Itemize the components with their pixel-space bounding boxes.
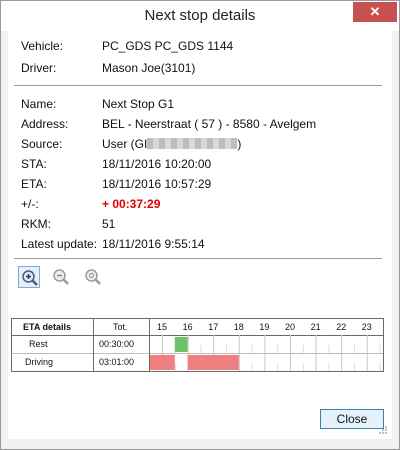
vehicle-label: Vehicle: xyxy=(21,39,64,53)
separator xyxy=(14,85,382,86)
source-label: Source: xyxy=(21,137,63,151)
delta-value: + 00:37:29 xyxy=(102,197,161,211)
hour-label-22: 22 xyxy=(336,322,346,332)
hour-label-15: 15 xyxy=(157,322,167,332)
dialog-content: Vehicle: PC_GDS PC_GDS 1144 Driver: Maso… xyxy=(8,31,392,439)
stop-name-label: Name: xyxy=(21,97,57,111)
latest-update-value: 18/11/2016 9:55:14 xyxy=(102,237,205,251)
zoom-out-button[interactable] xyxy=(50,266,72,288)
driver-label: Driver: xyxy=(21,61,57,75)
source-suffix: ) xyxy=(237,137,242,151)
resize-grip-icon[interactable] xyxy=(378,425,388,435)
row-total-driving: 03:01:00 xyxy=(99,357,134,367)
zoom-fit-button[interactable] xyxy=(82,266,104,288)
address-label: Address: xyxy=(21,117,69,131)
window-title: Next stop details xyxy=(144,7,256,24)
hour-label-21: 21 xyxy=(311,322,321,332)
delta-label: +/-: xyxy=(21,197,39,211)
separator xyxy=(14,258,382,259)
row-label-driving: Driving xyxy=(25,357,53,367)
sta-label: STA: xyxy=(21,157,47,171)
sta-value: 18/11/2016 10:20:00 xyxy=(102,157,212,171)
dialog-window: Next stop details ✕ Vehicle: PC_GDS PC_G… xyxy=(0,0,400,450)
zoom-in-button[interactable] xyxy=(18,266,40,288)
address-value: BEL - Neerstraat ( 57 ) - 8580 - Avelgem xyxy=(102,117,317,131)
eta-value: 18/11/2016 10:57:29 xyxy=(102,177,212,191)
rest-bar xyxy=(174,337,188,352)
hour-label-18: 18 xyxy=(234,322,244,332)
row-total-rest: 00:30:00 xyxy=(99,339,134,349)
row-label-rest: Rest xyxy=(29,339,48,349)
driving-bar xyxy=(150,355,175,370)
rkm-value: 51 xyxy=(102,217,116,231)
latest-update-label: Latest update: xyxy=(21,237,98,251)
eta-details-header: ETA details xyxy=(23,322,71,332)
hour-label-20: 20 xyxy=(285,322,295,332)
title-bar[interactable]: Next stop details ✕ xyxy=(1,1,399,31)
hour-label-23: 23 xyxy=(362,322,372,332)
hour-label-19: 19 xyxy=(259,322,269,332)
vehicle-value: PC_GDS PC_GDS 1144 xyxy=(102,39,234,53)
tot-header: Tot. xyxy=(113,322,128,332)
source-prefix: User (GI xyxy=(102,137,148,151)
eta-details-svg: ETA details Tot. 15 16 17 18 19 20 21 22 23 Rest 00:… xyxy=(11,318,384,372)
zoom-fit-icon xyxy=(85,269,101,285)
driving-bar xyxy=(187,355,239,370)
redacted-text xyxy=(147,138,238,149)
eta-details-grid: ETA details Tot. 15 16 17 18 19 20 21 22 23 Rest 00:… xyxy=(11,318,385,372)
zoom-out-icon xyxy=(53,269,69,285)
zoom-in-icon xyxy=(22,270,38,286)
stop-name-value: Next Stop G1 xyxy=(102,97,175,111)
hour-label-17: 17 xyxy=(208,322,218,332)
close-window-button[interactable]: ✕ xyxy=(353,2,397,22)
eta-label: ETA: xyxy=(21,177,47,191)
close-button[interactable]: Close xyxy=(320,409,384,429)
driver-value: Mason Joe(3101) xyxy=(102,61,196,75)
hour-label-16: 16 xyxy=(183,322,193,332)
source-value: User (GI) xyxy=(102,135,241,153)
rkm-label: RKM: xyxy=(21,217,51,231)
